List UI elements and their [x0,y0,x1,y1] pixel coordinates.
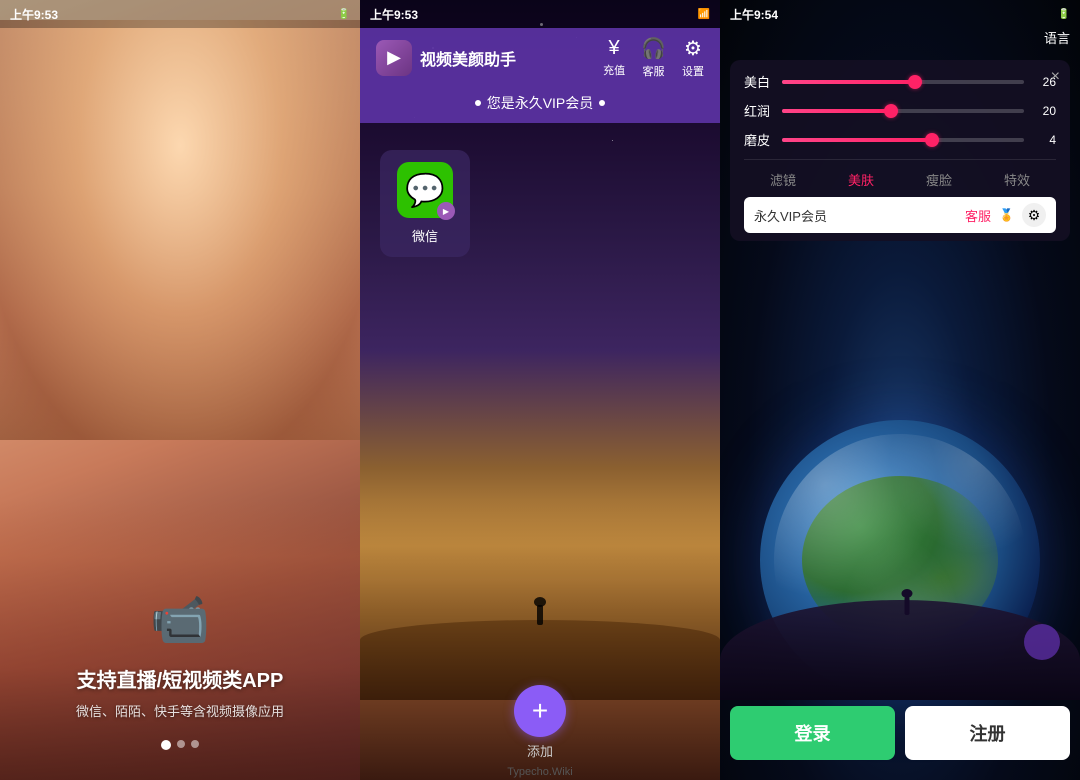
login-button[interactable]: 登录 [730,706,895,760]
person-silhouette-3 [905,597,910,615]
camera-icon: 📹 [150,591,210,648]
status-icons-3: 🔋 [1058,9,1070,20]
status-icons-1: 🔋 [338,9,350,20]
slider-track-meibai[interactable] [782,80,1024,84]
wechat-app-item[interactable]: 💬 ▶ 微信 [380,150,470,257]
vip-status-bar: 您是永久VIP会员 [360,87,720,123]
vip-bar-text: 永久VIP会员 [754,206,827,225]
slider-label-meibai: 美白 [744,72,772,91]
site-credit: Typecho.Wiki [0,766,1080,778]
tab-filter[interactable]: 滤镜 [766,168,800,191]
wechat-label: 微信 [412,226,438,245]
vip-dot-right [599,100,605,106]
app-header: ▶ 视频美颜助手 ¥ 充值 🎧 客服 ⚙ 设置 [360,28,720,87]
status-time-3: 上午9:54 [730,6,778,23]
tab-slim-face[interactable]: 瘦脸 [922,168,956,191]
gear-icon: ⚙ [1028,207,1041,224]
vip-medal-icon: 🏅 [999,208,1014,222]
close-button[interactable]: × [1051,68,1060,86]
register-button[interactable]: 注册 [905,706,1070,760]
battery-icon-3: 🔋 [1058,9,1070,20]
status-bar-1: 上午9:53 🔋 [0,0,360,28]
vip-settings-button[interactable]: ⚙ [1022,203,1046,227]
recharge-icon: ¥ [609,37,620,60]
status-time-2: 上午9:53 [370,6,418,23]
tab-effects[interactable]: 特效 [1000,168,1034,191]
panel-intro: 上午9:53 🔋 📹 支持直播/短视频类APP 微信、陌陌、快手等含视频摄像应用 [0,0,360,780]
panel1-subtitle: 微信、陌陌、快手等含视频摄像应用 [76,701,284,720]
slider-val-mopi: 4 [1034,133,1056,147]
vip-actions: 客服 🏅 ⚙ [965,203,1046,227]
vip-info-bar: 永久VIP会员 客服 🏅 ⚙ [744,197,1056,233]
service-icon: 🎧 [641,36,666,61]
slider-thumb-mopi[interactable] [925,133,939,147]
slider-fill-mopi [782,138,932,142]
settings-icon: ⚙ [684,36,702,61]
vip-status-text: 您是永久VIP会员 [487,93,594,113]
app-logo: ▶ [376,40,412,76]
auth-buttons: 登录 注册 [730,706,1070,760]
status-icons-2: 📶 [698,9,710,20]
slider-row-meibai: 美白 26 [744,72,1056,91]
panel1-bottom-content: 📹 支持直播/短视频类APP 微信、陌陌、快手等含视频摄像应用 [0,500,360,780]
slider-fill-meibai [782,80,915,84]
panel1-title: 支持直播/短视频类APP [77,664,284,693]
recharge-action[interactable]: ¥ 充值 [603,37,625,78]
wechat-icon: 💬 ▶ [397,162,453,218]
logo-icon: ▶ [387,47,401,68]
slider-row-mopi: 磨皮 4 [744,130,1056,149]
app-header-container: 上午9:53 📶 ▶ 视频美颜助手 ¥ 充值 🎧 客服 ⚙ [360,0,720,123]
wechat-symbol: 💬 [405,171,445,209]
service-action[interactable]: 🎧 客服 [641,36,666,79]
slider-fill-hongrun [782,109,891,113]
service-label: 客服 [643,63,665,79]
settings-label: 设置 [682,63,704,79]
slider-row-hongrun: 红润 20 [744,101,1056,120]
vip-dot-left [475,100,481,106]
add-label: 添加 [527,741,553,760]
pagination-dots [0,740,360,750]
girl-overlay [0,20,360,440]
app-name: 视频美颜助手 [420,46,603,70]
add-button-container: + 添加 [514,685,566,760]
dot-1 [161,740,171,750]
wechat-play-badge: ▶ [437,202,455,220]
language-button[interactable]: 语言 [1044,28,1070,47]
slider-thumb-meibai[interactable] [908,75,922,89]
slider-track-hongrun[interactable] [782,109,1024,113]
header-actions: ¥ 充值 🎧 客服 ⚙ 设置 [603,36,704,79]
settings-action[interactable]: ⚙ 设置 [682,36,704,79]
close-icon: × [1051,68,1060,85]
tab-beauty-skin[interactable]: 美肤 [844,168,878,191]
slider-val-hongrun: 20 [1034,104,1056,118]
plus-icon: + [532,695,548,727]
purple-bubble [1024,624,1060,660]
status-bar-2: 上午9:53 📶 [360,0,720,28]
beauty-tabs: 滤镜 美肤 瘦脸 特效 [744,159,1056,191]
slider-label-mopi: 磨皮 [744,130,772,149]
recharge-label: 充值 [603,62,625,78]
slider-thumb-hongrun[interactable] [884,104,898,118]
vip-service-link[interactable]: 客服 [965,206,991,225]
slider-track-mopi[interactable] [782,138,1024,142]
battery-icon: 🔋 [338,9,350,20]
language-label: 语言 [1044,31,1070,46]
panel-beauty: 上午9:54 🔋 语言 × 美白 26 红润 20 [720,0,1080,780]
add-button[interactable]: + [514,685,566,737]
signal-icon: 📶 [698,9,710,20]
dot-2 [177,740,185,748]
girl-photo [0,20,360,440]
dot-3 [191,740,199,748]
beauty-controls: × 美白 26 红润 20 磨皮 4 [730,60,1070,241]
panel-app: 上午9:53 📶 ▶ 视频美颜助手 ¥ 充值 🎧 客服 ⚙ [360,0,720,780]
status-bar-3: 上午9:54 🔋 [720,0,1080,28]
panel2-content: 💬 ▶ 微信 [360,130,720,700]
status-time-1: 上午9:53 [10,6,58,23]
slider-label-hongrun: 红润 [744,101,772,120]
